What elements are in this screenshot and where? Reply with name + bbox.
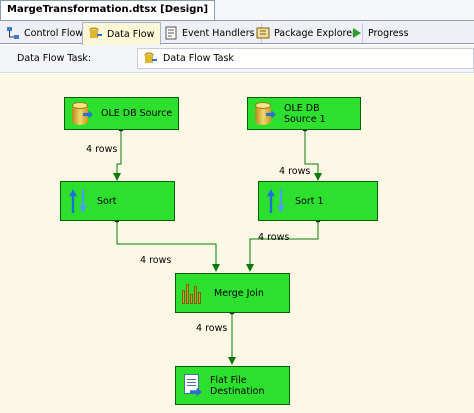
node-label: OLE DB Source <box>101 108 173 119</box>
node-ole-db-source-1[interactable]: OLE DB Source 1 <box>247 97 361 130</box>
tab-control-flow[interactable]: Control Flow <box>0 23 91 43</box>
path-sort1-to-merge[interactable] <box>246 217 321 272</box>
package-explorer-icon <box>256 26 270 40</box>
node-merge-join[interactable]: Merge Join <box>175 273 290 313</box>
row-count-label: 4 rows <box>86 144 118 155</box>
tab-progress[interactable]: Progress <box>344 23 415 43</box>
node-sort-1[interactable]: Sort 1 <box>258 181 378 221</box>
flat-file-icon <box>182 373 202 398</box>
progress-icon <box>350 26 364 40</box>
event-handlers-icon <box>164 26 178 40</box>
sort-icon <box>67 188 89 214</box>
data-flow-task-row: Data Flow Task: Data Flow Task <box>0 45 474 73</box>
path-source1-to-sort[interactable] <box>113 126 124 181</box>
database-source-icon <box>254 101 276 127</box>
database-source-icon <box>71 101 93 127</box>
node-label: Merge Join <box>214 287 264 299</box>
merge-join-icon <box>182 282 206 304</box>
tab-label: Progress <box>368 27 409 39</box>
document-tab[interactable]: MargeTransformation.dtsx [Design] <box>0 0 216 20</box>
node-label: Sort <box>97 195 117 207</box>
tab-label: Data Flow <box>107 28 155 40</box>
data-flow-icon <box>89 27 103 41</box>
node-label: Flat File Destination <box>210 374 265 397</box>
tab-event-handlers[interactable]: Event Handlers <box>158 23 262 43</box>
data-flow-task-select[interactable]: Data Flow Task <box>137 48 474 69</box>
data-flow-canvas[interactable]: 4 rows 4 rows 4 rows 4 rows 4 rows OLE D… <box>0 74 474 413</box>
tab-data-flow[interactable]: Data Flow <box>82 22 162 45</box>
node-label: Sort 1 <box>295 195 324 207</box>
node-flat-file-destination[interactable]: Flat File Destination <box>175 366 290 405</box>
row-count-label: 4 rows <box>279 166 311 177</box>
node-label: OLE DB Source 1 <box>284 102 326 125</box>
path-merge-to-destination[interactable] <box>228 309 236 365</box>
row-count-label: 4 rows <box>196 323 228 334</box>
tab-label: Event Handlers <box>182 27 255 39</box>
tab-label: Control Flow <box>24 27 84 39</box>
data-flow-task-value: Data Flow Task <box>163 53 234 64</box>
node-sort[interactable]: Sort <box>60 181 175 221</box>
data-flow-task-label: Data Flow Task: <box>17 53 92 64</box>
node-ole-db-source[interactable]: OLE DB Source <box>64 97 179 130</box>
control-flow-icon <box>6 26 20 40</box>
document-title-bar: MargeTransformation.dtsx [Design] <box>0 0 474 20</box>
row-count-label: 4 rows <box>258 232 290 243</box>
sort-icon <box>265 188 287 214</box>
data-flow-task-icon <box>144 52 158 66</box>
designer-tab-strip: Control Flow Data Flow Event Handlers Pa… <box>0 20 474 45</box>
row-count-label: 4 rows <box>140 255 172 266</box>
